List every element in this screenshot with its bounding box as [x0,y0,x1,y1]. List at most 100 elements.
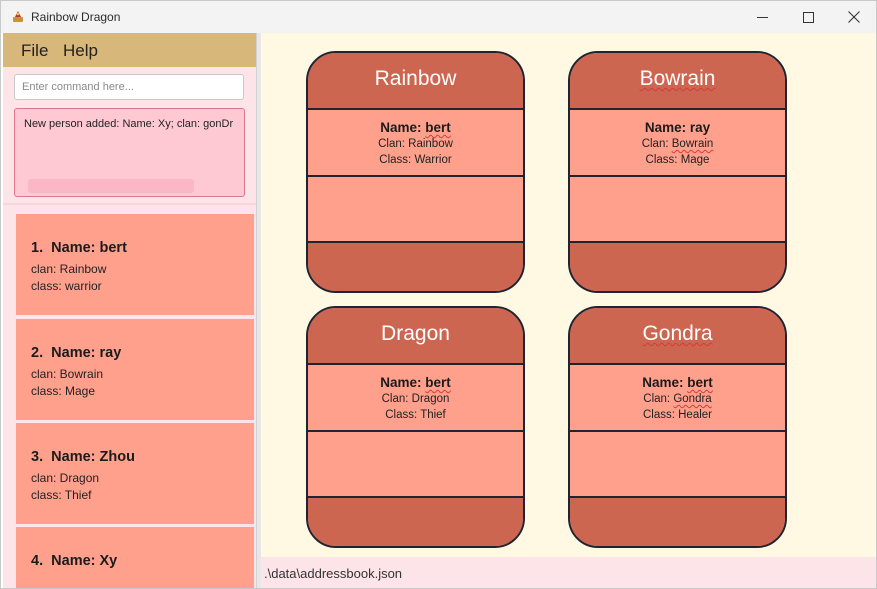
member-clan-value: Dragon [411,393,450,405]
member-class-value: Mage [680,154,710,166]
member-name: Name: bert [308,375,523,390]
clan-member-slot[interactable]: Name: bert Clan: Rainbow Class: Warrior [308,110,523,177]
person-name-text: Name: bert [51,240,127,256]
window-title: Rainbow Dragon [31,10,121,24]
member-clan-label: Clan: [641,138,669,150]
member-class-label: Class: [379,154,412,166]
clan-title: Dragon [381,322,450,345]
member-class: Class: Warrior [308,154,523,166]
person-list-item[interactable]: 2. Name: ray clan: Bowrain class: Mage [16,319,254,420]
minimize-button[interactable] [739,1,785,33]
person-list-item[interactable]: 1. Name: bert clan: Rainbow class: warri… [16,214,254,315]
result-horizontal-scrollbar[interactable] [28,179,194,193]
person-name: 2. Name: ray [31,345,121,361]
member-clan: Clan: Gondra [570,393,785,405]
member-clan-label: Clan: [378,138,405,150]
person-class: class: warrior [31,279,102,293]
clan-card-rainbow[interactable]: Rainbow Name: bert Clan: Rainbow Class: … [306,51,525,293]
member-name-label: Name: [380,120,422,135]
clan-header: Dragon [308,308,523,365]
member-clan: Clan: Bowrain [570,138,785,150]
person-name-text: Name: Xy [51,553,118,569]
member-class-label: Class: [385,409,418,421]
member-name: Name: bert [308,120,523,135]
person-clan: clan: Rainbow [31,262,107,276]
clan-title: Gondra [570,322,785,346]
clan-member-slot[interactable]: Name: bert Clan: Gondra Class: Healer [570,365,785,432]
clan-title-text: Gondra [642,322,713,345]
person-name-text: Name: ray [51,345,122,361]
member-name-label: Name: [380,375,422,390]
result-text: New person added: Name: Xy; clan: gonDr [24,118,234,130]
menu-file[interactable]: File [21,41,48,61]
clan-title: Bowrain [570,67,785,91]
person-clan: clan: Bowrain [31,367,104,381]
person-name: 1. Name: bert [31,240,127,256]
person-list-item[interactable]: 4. Name: Xy [16,527,254,588]
status-bar: .\data\addressbook.json [261,557,876,588]
clan-header: Gondra [570,308,785,365]
clan-header: Bowrain [570,53,785,110]
clan-card-bowrain[interactable]: Bowrain Name: ray Clan: Bowrain Class: M… [568,51,787,293]
person-name: 4. Name: Xy [31,553,117,569]
member-name-label: Name: [644,120,687,135]
menu-bar: File Help [3,33,256,67]
member-clan: Clan: Rainbow [308,138,523,150]
clan-empty-slot[interactable] [570,432,785,498]
title-bar[interactable]: Rainbow Dragon [1,1,876,33]
member-clan-label: Clan: [381,393,409,405]
command-input[interactable] [14,74,244,100]
clan-member-slot[interactable]: Name: ray Clan: Bowrain Class: Mage [570,110,785,177]
clan-title: Rainbow [374,67,457,90]
member-name: Name: bert [570,375,785,390]
menu-help[interactable]: Help [63,41,98,61]
result-display[interactable]: New person added: Name: Xy; clan: gonDr [14,108,245,197]
member-clan-value: Gondra [673,393,712,405]
person-index: 4. [31,553,44,569]
app-window: Rainbow Dragon File Help New person adde… [0,0,877,589]
member-clan: Clan: Dragon [308,393,523,405]
person-clan: clan: Dragon [31,471,100,485]
member-class: Class: Healer [570,409,785,421]
member-class: Class: Mage [570,154,785,166]
app-logo-icon [11,9,25,23]
list-divider [3,203,256,205]
member-class-value: Warrior [414,154,452,166]
member-class-label: Class: [642,409,675,421]
clan-empty-slot[interactable] [308,177,523,243]
person-name-text: Name: Zhou [51,449,135,465]
maximize-icon [802,11,814,23]
member-clan-label: Clan: [643,393,671,405]
person-list-item[interactable]: 3. Name: Zhou clan: Dragon class: Thief [16,423,254,524]
clan-footer [570,498,785,546]
clan-card-dragon[interactable]: Dragon Name: bert Clan: Dragon Class: Th… [306,306,525,548]
member-name-value: bert [425,375,451,390]
member-name-value: bert [425,120,451,135]
person-class: class: Mage [31,384,96,398]
member-clan-value: Bowrain [671,138,714,150]
clan-footer [570,243,785,291]
person-class: class: Thief [31,488,92,502]
clan-title-text: Bowrain [639,67,716,90]
clan-empty-slot[interactable] [308,432,523,498]
member-class-value: Healer [678,409,713,421]
person-name: 3. Name: Zhou [31,449,135,465]
left-pane: File Help New person added: Name: Xy; cl… [3,33,256,588]
clan-empty-slot[interactable] [570,177,785,243]
member-name-label: Name: [642,375,684,390]
clan-member-slot[interactable]: Name: bert Clan: Dragon Class: Thief [308,365,523,432]
clan-header: Rainbow [308,53,523,110]
close-button[interactable] [831,1,877,33]
member-class-label: Class: [645,154,678,166]
person-index: 3. [31,449,44,465]
clan-card-gondra[interactable]: Gondra Name: bert Clan: Gondra Class: He… [568,306,787,548]
member-name: Name: ray [570,120,785,135]
status-file-path: .\data\addressbook.json [264,566,403,581]
person-index: 2. [31,345,44,361]
member-name-value: ray [689,120,711,135]
member-class: Class: Thief [308,409,523,421]
member-name-value: bert [687,375,713,390]
clan-footer [308,243,523,291]
minimize-icon [756,12,768,23]
maximize-button[interactable] [785,1,831,33]
